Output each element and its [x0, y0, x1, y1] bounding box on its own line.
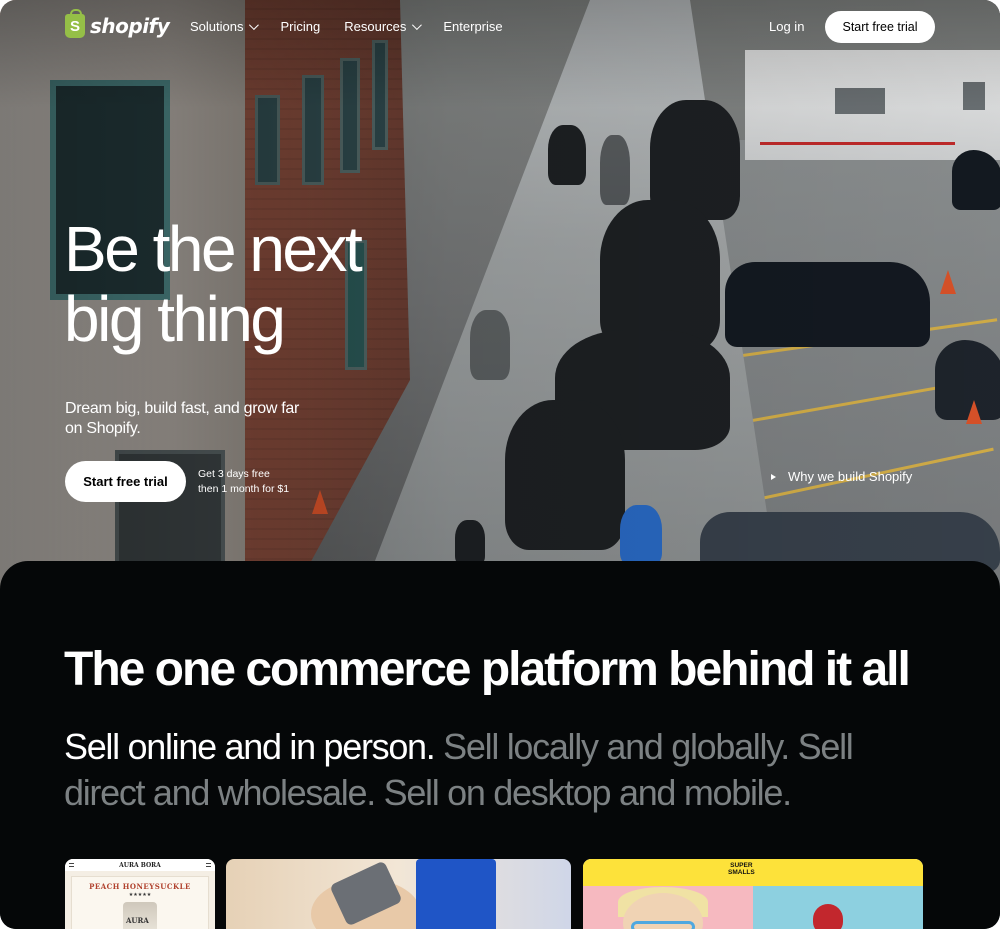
- brand-line: SMALLS: [728, 869, 755, 876]
- store-header: SUPER SMALLS: [583, 859, 923, 886]
- nav-pricing[interactable]: Pricing: [280, 19, 320, 34]
- product-label: AURA: [126, 916, 149, 925]
- page-frame: S shopify Solutions Pricing Resources En…: [0, 0, 1000, 929]
- nav-solutions[interactable]: Solutions: [190, 19, 260, 34]
- menu-icon: [69, 863, 74, 867]
- section-body: Sell online and in person. Sell locally …: [64, 724, 924, 816]
- product-image: [813, 904, 843, 929]
- login-link[interactable]: Log in: [769, 19, 804, 34]
- glasses-image: [631, 921, 695, 929]
- section-title: The one commerce platform behind it all: [64, 643, 911, 696]
- nav-link-label: Resources: [344, 19, 407, 34]
- nav-resources[interactable]: Resources: [344, 19, 423, 34]
- play-icon: [771, 473, 776, 480]
- shopify-logo[interactable]: S shopify: [65, 9, 170, 38]
- product-rating: ★★★★★: [128, 892, 152, 898]
- nav-link-label: Enterprise: [443, 19, 503, 34]
- trial-note-line: Get 3 days free: [198, 468, 270, 480]
- chevron-down-icon: [412, 20, 423, 31]
- logo-mark: S: [69, 17, 80, 35]
- shopping-bag-image: [416, 859, 496, 929]
- trial-note: Get 3 days free then 1 month for $1: [198, 467, 308, 497]
- headline-line: big thing: [64, 283, 286, 355]
- store-brand: AURA BORA: [119, 861, 161, 869]
- product-image: AURA: [123, 902, 157, 929]
- body-bright-text: Sell online and in person.: [64, 726, 436, 767]
- trial-note-line: then 1 month for $1: [198, 483, 290, 495]
- brand-line: SUPER: [730, 862, 753, 869]
- product-name: PEACH HONEYSUCKLE: [89, 882, 191, 891]
- video-link-label: Why we build Shopify: [788, 469, 913, 484]
- cart-icon: [205, 863, 211, 867]
- headline-line: Be the next: [64, 213, 363, 285]
- nav-start-trial-button[interactable]: Start free trial: [825, 11, 935, 43]
- top-nav: S shopify Solutions Pricing Resources En…: [0, 0, 1000, 54]
- store-header: AURA BORA: [65, 859, 215, 871]
- logo-text: shopify: [90, 14, 170, 38]
- store-card-super-smalls: SUPER SMALLS: [583, 859, 923, 929]
- nav-links: Solutions Pricing Resources Enterprise: [190, 19, 503, 34]
- hero-start-trial-button[interactable]: Start free trial: [65, 461, 186, 502]
- platform-section: The one commerce platform behind it all …: [0, 561, 1000, 929]
- nav-link-label: Solutions: [190, 19, 244, 34]
- nav-link-label: Pricing: [280, 19, 321, 34]
- hero-subtitle: Dream big, build fast, and grow far on S…: [65, 400, 300, 437]
- in-person-photo-card: [226, 859, 571, 929]
- store-card-aura-bora: AURA BORA PEACH HONEYSUCKLE ★★★★★ AURA: [65, 859, 215, 929]
- hero-headline: Be the next big thing: [64, 214, 424, 354]
- shopify-bag-icon: S: [65, 9, 85, 38]
- store-brand: SUPER SMALLS: [728, 862, 755, 876]
- chevron-down-icon: [249, 20, 260, 31]
- why-we-build-video-link[interactable]: Why we build Shopify: [771, 469, 912, 484]
- nav-enterprise[interactable]: Enterprise: [443, 19, 502, 34]
- product-panel: PEACH HONEYSUCKLE ★★★★★ AURA: [71, 876, 209, 929]
